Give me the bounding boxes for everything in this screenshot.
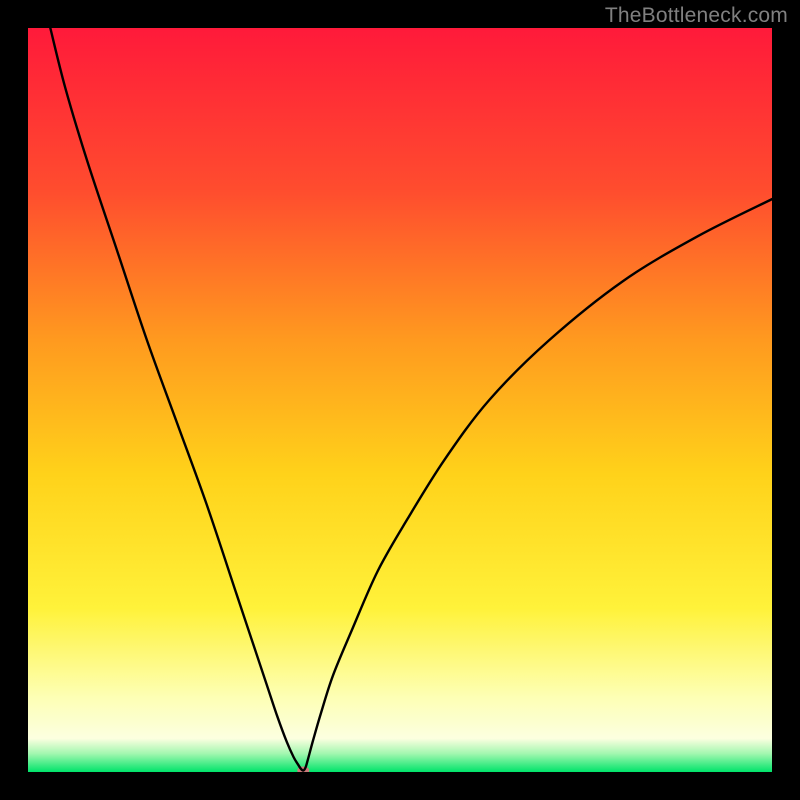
gradient-background [28,28,772,772]
watermark-text: TheBottleneck.com [605,4,788,28]
outer-frame: TheBottleneck.com [0,0,800,800]
chart-svg [28,28,772,772]
plot-area [28,28,772,772]
